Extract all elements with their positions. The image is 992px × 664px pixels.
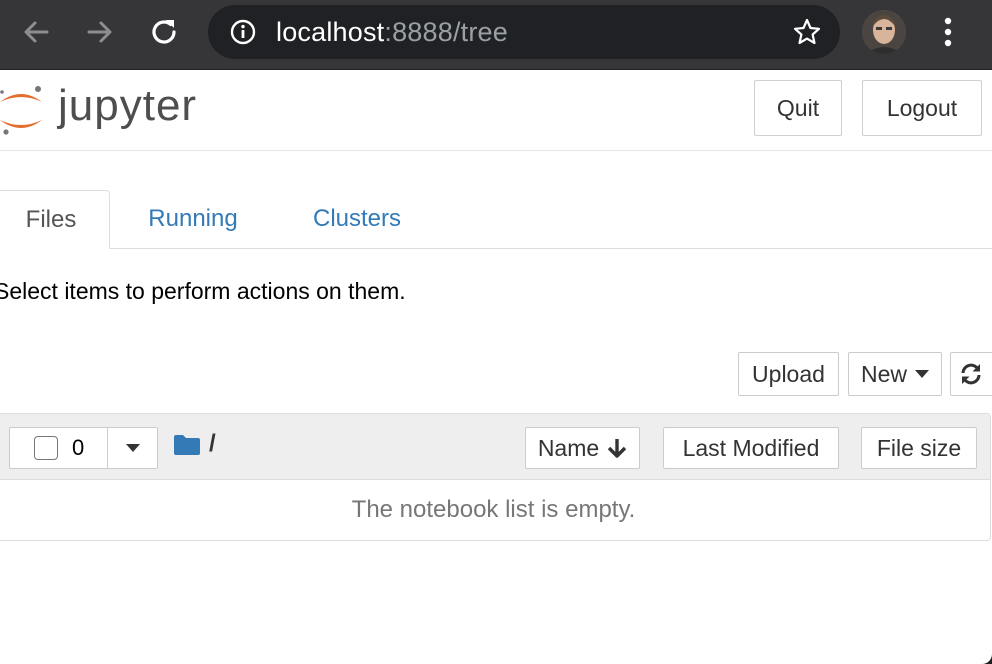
notebook-list: 0 / Name Last Modified File size The not… <box>0 413 991 541</box>
profile-avatar[interactable] <box>862 10 906 54</box>
upload-button[interactable]: Upload <box>738 352 839 396</box>
tab-files[interactable]: Files <box>0 190 110 249</box>
folder-icon[interactable] <box>174 435 200 455</box>
tab-clusters[interactable]: Clusters <box>292 190 422 248</box>
caret-down-icon <box>125 444 140 452</box>
quit-button[interactable]: Quit <box>754 80 842 136</box>
tab-running[interactable]: Running <box>130 190 256 248</box>
url-text[interactable]: localhost:8888/tree <box>276 5 508 59</box>
arrow-down-icon <box>607 439 627 458</box>
browser-toolbar: localhost:8888/tree <box>0 0 992 70</box>
jupyter-logo-icon[interactable] <box>0 80 48 140</box>
browser-window: localhost:8888/tree jupyter Quit Logout … <box>0 0 992 664</box>
tab-bar: Files Running Clusters <box>0 190 992 249</box>
breadcrumb-root[interactable]: / <box>209 430 216 458</box>
notebook-list-header: 0 / Name Last Modified File size <box>0 414 990 480</box>
logout-button[interactable]: Logout <box>862 80 982 136</box>
forward-arrow-icon[interactable] <box>82 14 118 50</box>
sort-file-size-button[interactable]: File size <box>861 427 977 469</box>
info-icon[interactable] <box>230 19 256 45</box>
reload-icon[interactable] <box>146 14 182 50</box>
jupyter-logo-text[interactable]: jupyter <box>58 78 197 134</box>
select-menu-dropdown[interactable] <box>108 427 158 469</box>
kebab-menu-icon[interactable] <box>936 14 960 50</box>
url-host: localhost <box>276 17 385 47</box>
selected-count: 0 <box>72 435 85 460</box>
url-path: :8888/tree <box>384 17 508 47</box>
sort-name-button[interactable]: Name <box>525 427 640 469</box>
select-all-checkbox[interactable] <box>34 436 58 460</box>
sort-last-modified-button[interactable]: Last Modified <box>663 427 839 469</box>
new-button-label: New <box>860 360 907 387</box>
empty-list-message: The notebook list is empty. <box>351 496 636 523</box>
back-arrow-icon[interactable] <box>18 14 54 50</box>
star-icon[interactable] <box>792 17 822 47</box>
caret-down-icon <box>915 370 929 378</box>
select-all-button[interactable]: 0 <box>9 427 108 469</box>
select-items-message: Select items to perform actions on them. <box>0 278 406 304</box>
refresh-button[interactable] <box>950 352 992 396</box>
select-all-group: 0 <box>9 427 158 469</box>
sort-name-label: Name <box>537 434 600 461</box>
refresh-icon <box>961 363 981 385</box>
new-button[interactable]: New <box>848 352 942 396</box>
address-bar[interactable]: localhost:8888/tree <box>208 5 840 59</box>
jupyter-header: jupyter Quit Logout <box>0 70 992 151</box>
